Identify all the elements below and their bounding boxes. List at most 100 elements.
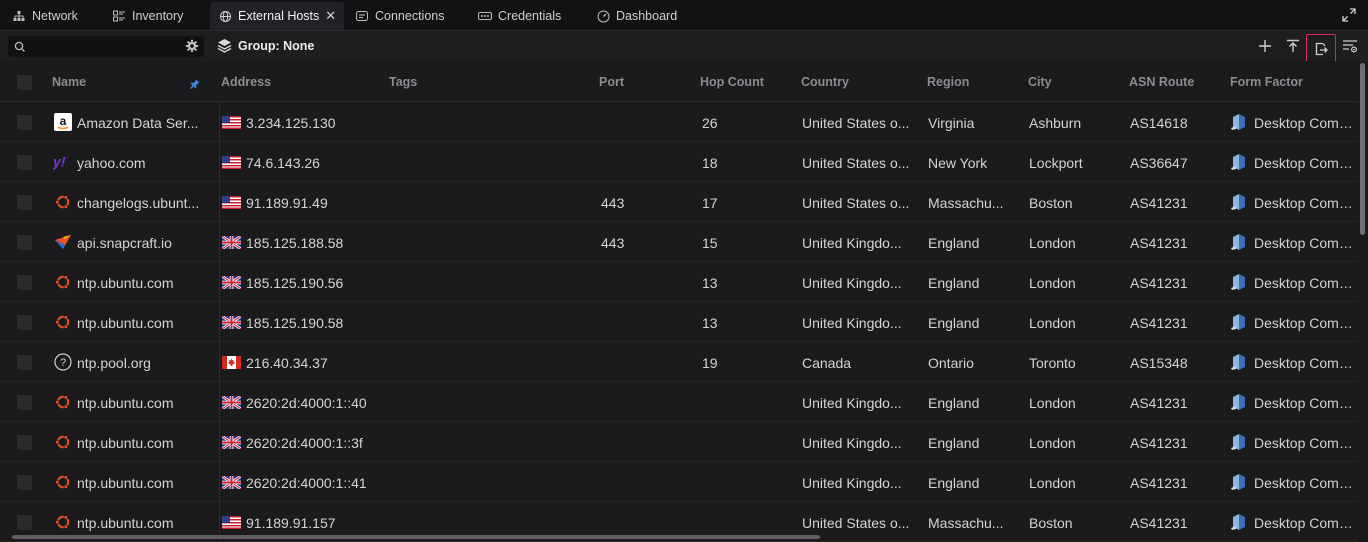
col-header-name[interactable]: Name (52, 75, 86, 89)
collapse-top-icon (1287, 39, 1299, 52)
col-header-port[interactable]: Port (599, 75, 624, 89)
col-header-hop-count[interactable]: Hop Count (700, 75, 764, 89)
table-row[interactable]: ? ntp.pool.org 216.40.34.37 19 Canada Ontario… (0, 342, 1358, 382)
cell-country: United Kingdo... (802, 235, 902, 251)
external-hosts-icon (218, 9, 232, 23)
export-icon (1315, 42, 1328, 56)
row-checkbox[interactable] (17, 435, 32, 450)
horizontal-scrollbar-thumb[interactable] (12, 535, 820, 539)
cell-hop: 13 (702, 315, 718, 331)
tab-dashboard[interactable]: Dashboard (596, 2, 677, 30)
cell-region: Massachu... (928, 195, 1004, 211)
cell-name: yahoo.com (77, 155, 146, 171)
row-checkbox[interactable] (17, 155, 32, 170)
table-row[interactable]: ntp.ubuntu.com 2620:2d:4000:1::40 United K… (0, 382, 1358, 422)
table-row[interactable]: ntp.ubuntu.com 2620:2d:4000:1::41 United K… (0, 462, 1358, 502)
cell-address: 185.125.188.58 (246, 235, 344, 251)
filter-settings-button[interactable] (1339, 35, 1361, 57)
row-checkbox[interactable] (17, 315, 32, 330)
row-checkbox[interactable] (17, 395, 32, 410)
cell-address: 185.125.190.56 (246, 275, 344, 291)
search-box (8, 36, 204, 57)
col-header-form-factor[interactable]: Form Factor (1230, 75, 1303, 89)
col-header-region[interactable]: Region (927, 75, 969, 89)
cell-city: Boston (1029, 515, 1073, 531)
col-header-asn-route[interactable]: ASN Route (1129, 75, 1194, 89)
tab-connections[interactable]: Connections (355, 2, 445, 30)
row-checkbox[interactable] (17, 355, 32, 370)
table-row[interactable]: y! yahoo.com 74.6.143.26 18 United States o.… (0, 142, 1358, 182)
vertical-scrollbar-thumb[interactable] (1360, 63, 1365, 235)
cell-address: 2620:2d:4000:1::41 (246, 475, 367, 491)
ubuntu-logo-icon (53, 432, 72, 451)
vertical-scrollbar[interactable] (1358, 61, 1368, 542)
add-button[interactable] (1254, 35, 1276, 57)
cell-address: 2620:2d:4000:1::40 (246, 395, 367, 411)
export-button[interactable] (1306, 34, 1336, 64)
cell-form: Desktop Comput (1254, 275, 1358, 291)
filter-settings-icon (1343, 40, 1358, 53)
us-flag-icon (222, 156, 241, 169)
desktop-computer-icon (1230, 113, 1246, 131)
cell-name: Amazon Data Ser... (77, 115, 199, 131)
tab-credentials[interactable]: Credentials (478, 2, 561, 30)
gear-icon[interactable] (185, 39, 199, 53)
desktop-computer-icon (1230, 153, 1246, 171)
cell-name: ntp.ubuntu.com (77, 395, 174, 411)
tab-network[interactable]: Network (12, 2, 78, 30)
scroll-top-button[interactable] (1282, 35, 1304, 57)
connections-icon (355, 9, 369, 23)
desktop-computer-icon (1230, 193, 1246, 211)
col-header-tags[interactable]: Tags (389, 75, 417, 89)
row-checkbox[interactable] (17, 475, 32, 490)
svg-text:a: a (59, 114, 66, 128)
tab-network-label: Network (32, 9, 78, 23)
cell-asn: AS41231 (1130, 235, 1188, 251)
pin-icon[interactable] (190, 76, 200, 89)
cell-region: England (928, 475, 980, 491)
col-header-address[interactable]: Address (221, 75, 271, 89)
cell-asn: AS41231 (1130, 435, 1188, 451)
table-row[interactable]: ntp.ubuntu.com 185.125.190.56 13 United Kin… (0, 262, 1358, 302)
cell-name: ntp.ubuntu.com (77, 515, 174, 531)
row-checkbox[interactable] (17, 195, 32, 210)
cell-name: api.snapcraft.io (77, 235, 172, 251)
us-flag-icon (222, 516, 241, 529)
table-row[interactable]: a Amazon Data Ser... 3.234.125.130 26 United… (0, 102, 1358, 142)
cell-city: London (1029, 275, 1076, 291)
group-selector[interactable]: Group: None (217, 38, 314, 53)
ubuntu-logo-icon (53, 512, 72, 531)
select-all-checkbox[interactable] (17, 75, 32, 90)
row-checkbox[interactable] (17, 115, 32, 130)
search-icon (14, 40, 26, 52)
network-icon (12, 9, 26, 23)
table-row[interactable]: api.snapcraft.io 185.125.188.58 443 15 Unite… (0, 222, 1358, 262)
row-checkbox[interactable] (17, 235, 32, 250)
row-checkbox[interactable] (17, 515, 32, 530)
tab-inventory-label: Inventory (132, 9, 184, 23)
col-header-country[interactable]: Country (801, 75, 849, 89)
cell-city: London (1029, 395, 1076, 411)
table-row[interactable]: changelogs.ubunt... 91.189.91.49 443 17 Unit… (0, 182, 1358, 222)
tab-external-hosts[interactable]: External Hosts ✕ (210, 2, 345, 30)
cell-region: Massachu... (928, 515, 1004, 531)
expand-icon[interactable] (1342, 8, 1356, 22)
tab-inventory[interactable]: Inventory (112, 2, 183, 30)
cell-name: ntp.ubuntu.com (77, 275, 174, 291)
row-checkbox[interactable] (17, 275, 32, 290)
cell-country: United Kingdo... (802, 315, 902, 331)
cell-address: 2620:2d:4000:1::3f (246, 435, 363, 451)
credentials-icon (478, 9, 492, 23)
dashboard-icon (596, 9, 610, 23)
close-icon[interactable]: ✕ (325, 8, 336, 24)
ca-flag-icon (222, 356, 241, 369)
search-input[interactable] (30, 38, 180, 55)
table-row[interactable]: ntp.ubuntu.com 2620:2d:4000:1::3f United K… (0, 422, 1358, 462)
table-row[interactable]: ntp.ubuntu.com 185.125.190.58 13 United Kin… (0, 302, 1358, 342)
cell-asn: AS14618 (1130, 115, 1188, 131)
desktop-computer-icon (1230, 273, 1246, 291)
cell-asn: AS36647 (1130, 155, 1188, 171)
cell-form: Desktop Comput (1254, 395, 1358, 411)
uk-flag-icon (221, 474, 242, 491)
col-header-city[interactable]: City (1028, 75, 1052, 89)
